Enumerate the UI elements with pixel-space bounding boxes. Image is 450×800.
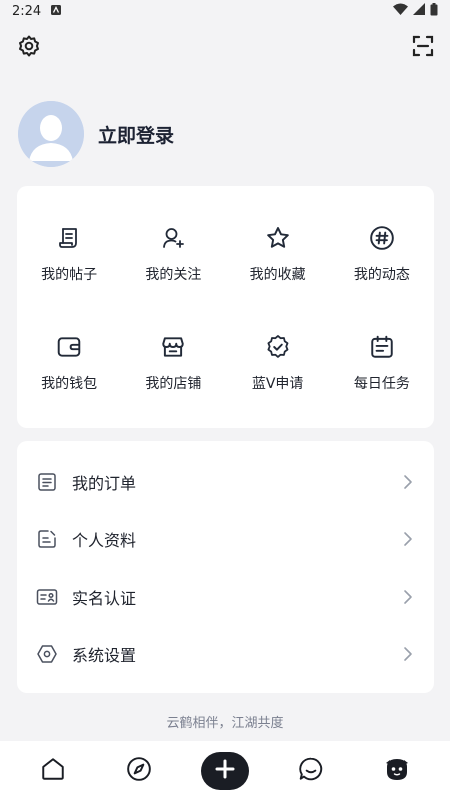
grid-row: 我的帖子 我的关注 我的收藏 我的动态: [17, 208, 434, 317]
nav-home[interactable]: [28, 746, 78, 796]
chat-icon: [298, 756, 324, 786]
id-card-icon: [36, 586, 58, 608]
grid-label: 我的店铺: [145, 376, 202, 392]
login-link[interactable]: 立即登录: [98, 121, 174, 148]
my-store-button[interactable]: 我的店铺: [121, 317, 225, 426]
battery-icon: [430, 2, 438, 20]
add-button[interactable]: [201, 751, 249, 790]
star-icon: [264, 224, 292, 252]
nav-discover[interactable]: [114, 746, 164, 796]
profile-edit-icon: [36, 528, 58, 550]
verified-badge-icon: [264, 333, 292, 361]
my-favorites-button[interactable]: 我的收藏: [226, 208, 330, 317]
my-wallet-button[interactable]: 我的钱包: [17, 317, 121, 426]
my-activity-button[interactable]: 我的动态: [330, 208, 434, 317]
notification-icon: [51, 4, 62, 19]
compass-icon: [126, 756, 152, 786]
my-orders-item[interactable]: 我的订单: [17, 453, 434, 511]
blue-v-apply-button[interactable]: 蓝V申请: [226, 317, 330, 426]
chevron-right-icon: [400, 474, 416, 490]
calendar-icon: [368, 333, 396, 361]
status-time: 2:24: [12, 3, 42, 19]
my-posts-button[interactable]: 我的帖子: [17, 208, 121, 317]
scan-icon[interactable]: [409, 32, 437, 60]
chevron-right-icon: [400, 589, 416, 605]
settings-gear-icon[interactable]: [15, 32, 43, 60]
real-name-verify-item[interactable]: 实名认证: [17, 568, 434, 626]
feature-grid-card: 我的帖子 我的关注 我的收藏 我的动态 我的钱包 我的店铺 蓝V申请 每日任务: [17, 186, 434, 428]
grid-label: 我的帖子: [41, 267, 98, 283]
wifi-icon: [393, 3, 408, 19]
my-follows-button[interactable]: 我的关注: [121, 208, 225, 317]
hashtag-icon: [368, 224, 396, 252]
menu-label: 系统设置: [72, 646, 137, 666]
profile-header[interactable]: 立即登录: [18, 100, 174, 168]
grid-label: 蓝V申请: [251, 376, 304, 392]
nav-profile[interactable]: [372, 746, 422, 796]
grid-label: 我的钱包: [41, 376, 98, 392]
nav-messages[interactable]: [286, 746, 336, 796]
avatar[interactable]: [18, 101, 84, 167]
status-bar: 2:24: [0, 0, 450, 22]
grid-row: 我的钱包 我的店铺 蓝V申请 每日任务: [17, 317, 434, 426]
post-icon: [55, 224, 83, 252]
grid-label: 每日任务: [353, 376, 410, 392]
follow-icon: [159, 224, 187, 252]
grid-label: 我的动态: [353, 267, 410, 283]
slogan-text: 云鹤相伴，江湖共度: [166, 716, 284, 731]
nav-add[interactable]: [200, 746, 250, 796]
hex-settings-icon: [36, 643, 58, 665]
menu-list-card: 我的订单 个人资料 实名认证 系统设置: [17, 441, 434, 693]
signal-icon: [413, 3, 425, 19]
grid-label: 我的收藏: [249, 267, 306, 283]
order-icon: [36, 471, 58, 493]
personal-info-item[interactable]: 个人资料: [17, 511, 434, 569]
daily-tasks-button[interactable]: 每日任务: [330, 317, 434, 426]
menu-label: 我的订单: [72, 473, 137, 493]
grid-label: 我的关注: [145, 267, 202, 283]
chevron-right-icon: [400, 646, 416, 662]
menu-label: 个人资料: [72, 531, 137, 551]
chevron-right-icon: [400, 531, 416, 547]
wallet-icon: [55, 333, 83, 361]
system-settings-item[interactable]: 系统设置: [17, 626, 434, 684]
top-bar: [0, 30, 450, 64]
mascot-icon: [383, 755, 411, 787]
menu-label: 实名认证: [72, 588, 137, 608]
store-icon: [159, 333, 187, 361]
add-icon: [214, 758, 236, 784]
bottom-nav: [0, 741, 450, 800]
home-icon: [40, 756, 66, 786]
